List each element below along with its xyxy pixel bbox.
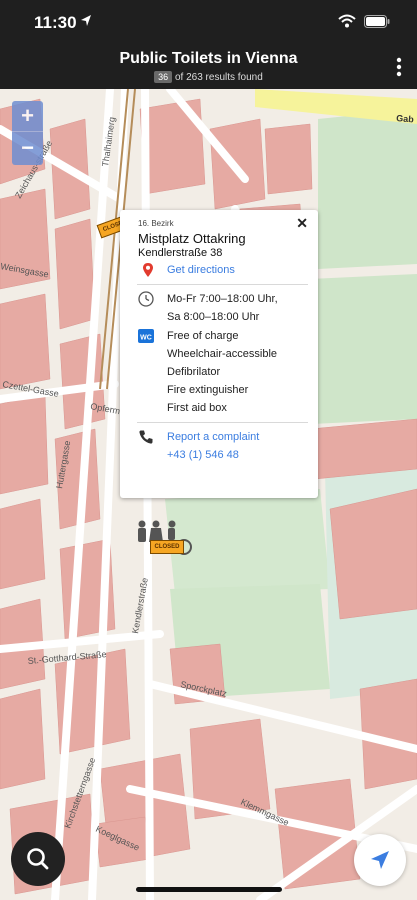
hours-line: Sa 8:00–18:00 Uhr <box>167 311 260 323</box>
feature-item: Wheelchair-accessible <box>167 348 278 360</box>
results-count-badge: 36 <box>154 71 173 83</box>
status-bar: 11:30 <box>0 0 417 44</box>
feature-item: Defibrilator <box>167 366 221 378</box>
map-pin-icon <box>143 263 153 277</box>
phone-icon <box>139 430 153 444</box>
location-arrow-icon <box>371 851 389 869</box>
feature-item: Free of charge <box>167 330 239 342</box>
zoom-out-button[interactable]: − <box>12 133 43 164</box>
results-summary: 36 of 263 results found <box>0 71 417 83</box>
page-title: Public Toilets in Vienna <box>119 50 298 67</box>
clock-icon <box>138 291 154 307</box>
popup-district: 16. Bezirk <box>138 219 174 228</box>
contact-row: Report a complaint +43 (1) 546 48 <box>138 428 308 464</box>
close-popup-button[interactable]: ✕ <box>296 215 308 232</box>
closed-marker: CLOSED <box>150 540 184 554</box>
more-options-icon[interactable] <box>395 56 403 78</box>
results-summary-text: of 263 results found <box>174 72 263 83</box>
battery-icon <box>364 15 390 28</box>
popup-address: Kendlerstraße 38 <box>138 247 223 259</box>
zoom-control: + − <box>12 101 43 165</box>
nav-header: Public Toilets in Vienna 36 of 263 resul… <box>0 44 417 89</box>
divider <box>137 422 308 423</box>
divider <box>137 284 308 285</box>
report-complaint-link[interactable]: Report a complaint <box>167 428 308 446</box>
hours-line: Mo-Fr 7:00–18:00 Uhr, <box>167 293 278 305</box>
location-popup: ✕ 16. Bezirk Mistplatz Ottakring Kendler… <box>120 210 318 498</box>
get-directions-link[interactable]: Get directions <box>167 264 235 276</box>
street-label: Gab <box>396 113 415 125</box>
svg-text:WC: WC <box>140 335 152 342</box>
search-button[interactable] <box>11 832 65 886</box>
feature-item: First aid box <box>167 402 227 414</box>
phone-number-link[interactable]: +43 (1) 546 48 <box>167 446 308 464</box>
map-view[interactable]: Zeichaus-straße Weinsgasse Czettel-Gasse… <box>0 89 417 900</box>
locate-me-button[interactable] <box>354 834 406 886</box>
status-time: 11:30 <box>34 13 77 32</box>
location-arrow-icon <box>81 15 91 26</box>
wifi-icon <box>338 14 356 28</box>
opening-hours-row: Mo-Fr 7:00–18:00 Uhr, Sa 8:00–18:00 Uhr <box>138 290 308 326</box>
directions-row[interactable]: Get directions <box>138 261 308 279</box>
search-icon <box>27 848 49 870</box>
popup-location-name: Mistplatz Ottakring <box>138 231 246 246</box>
zoom-in-button[interactable]: + <box>12 101 43 132</box>
toilet-marker[interactable]: CLOSED <box>134 519 200 555</box>
features-row: WC Free of charge Wheelchair-accessible … <box>138 327 308 417</box>
wc-icon: WC <box>138 329 154 343</box>
home-indicator <box>136 887 282 892</box>
feature-item: Fire extinguisher <box>167 384 249 396</box>
